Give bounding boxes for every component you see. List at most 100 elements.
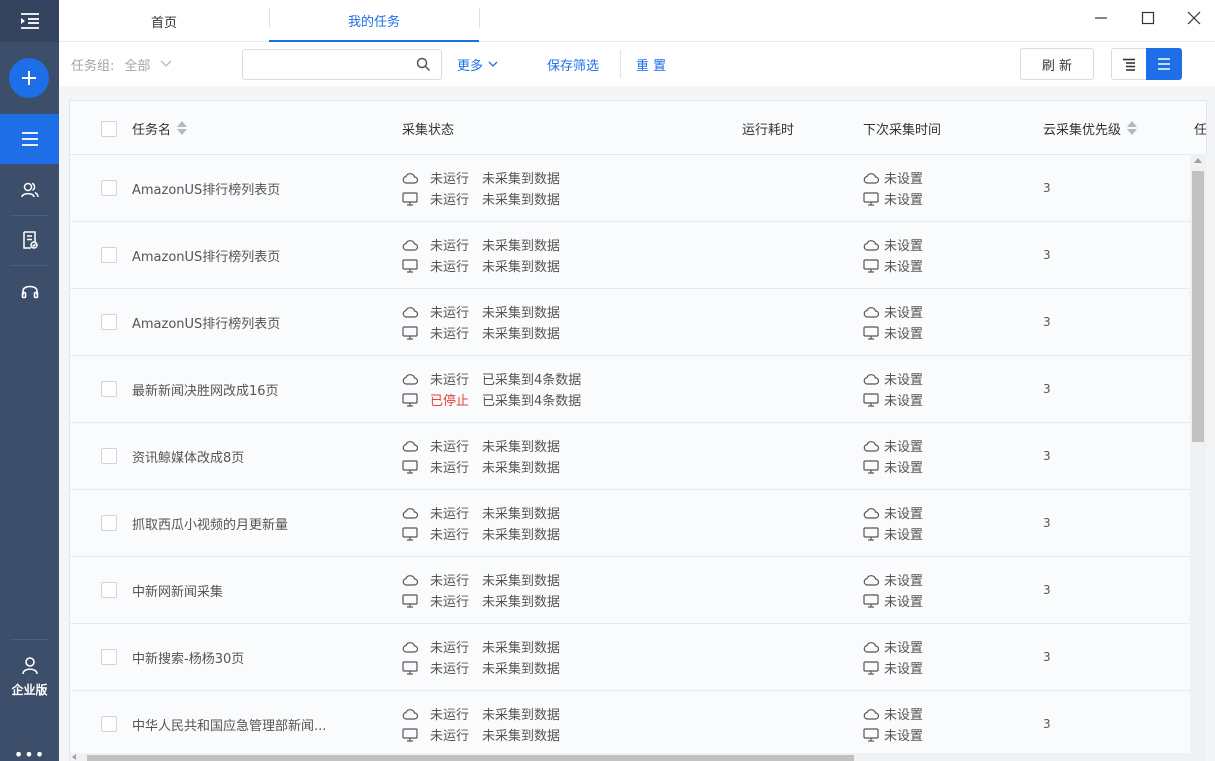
cloud-icon bbox=[402, 239, 418, 251]
next-local-run-value: 未设置 bbox=[884, 662, 924, 677]
collapse-menu-button[interactable] bbox=[0, 0, 59, 42]
scroll-left-arrow[interactable] bbox=[72, 754, 76, 760]
next-cloud-run-value: 未设置 bbox=[884, 440, 924, 455]
table-row[interactable]: AmazonUS排行榜列表页 未运行 未采集到数据 未运行 未采集到数据 未设置 未设置 3 bbox=[70, 155, 1190, 222]
task-name[interactable]: AmazonUS排行榜列表页 bbox=[132, 289, 280, 355]
task-table: 任务名 采集状态 运行耗时 下次采集时间 云采集优先级 任 AmazonUS排行… bbox=[69, 100, 1207, 761]
table-row[interactable]: 中新搜索-杨杨30页 未运行 未采集到数据 未运行 未采集到数据 未设置 未设置 3 bbox=[70, 624, 1190, 691]
document-check-icon bbox=[22, 231, 38, 249]
sort-icon[interactable] bbox=[177, 121, 188, 135]
column-header-priority[interactable]: 云采集优先级 bbox=[1043, 101, 1138, 155]
column-header-task-name[interactable]: 任务名 bbox=[132, 101, 188, 155]
table-row[interactable]: AmazonUS排行榜列表页 未运行 未采集到数据 未运行 未采集到数据 未设置 未设置 3 bbox=[70, 222, 1190, 289]
task-name[interactable]: 抓取西瓜小视频的月更新量 bbox=[132, 490, 288, 556]
more-options-button[interactable]: ••• bbox=[0, 745, 59, 761]
tab-home[interactable]: 首页 bbox=[59, 0, 269, 42]
cloud-icon bbox=[402, 373, 418, 385]
tree-view-button[interactable] bbox=[1111, 48, 1147, 80]
row-checkbox[interactable] bbox=[101, 314, 117, 330]
sidebar-item-team[interactable] bbox=[0, 165, 59, 215]
task-name[interactable]: 中新网新闻采集 bbox=[132, 557, 223, 623]
task-name[interactable]: AmazonUS排行榜列表页 bbox=[132, 155, 280, 221]
scroll-up-arrow[interactable] bbox=[1194, 158, 1202, 163]
plus-icon bbox=[22, 71, 36, 85]
search-icon[interactable] bbox=[416, 57, 431, 72]
task-name[interactable]: 资讯鲸媒体改成8页 bbox=[132, 423, 244, 489]
sidebar-item-tasks[interactable] bbox=[0, 114, 59, 164]
minimize-button[interactable] bbox=[1078, 0, 1124, 36]
reset-button[interactable]: 重 置 bbox=[636, 42, 666, 86]
more-filters-label: 更多 bbox=[457, 58, 484, 74]
task-name[interactable]: AmazonUS排行榜列表页 bbox=[132, 222, 280, 288]
chevron-down-icon bbox=[488, 61, 498, 67]
table-row[interactable]: 中新网新闻采集 未运行 未采集到数据 未运行 未采集到数据 未设置 未设置 3 bbox=[70, 557, 1190, 624]
refresh-button[interactable]: 刷 新 bbox=[1020, 48, 1094, 80]
save-filter-button[interactable]: 保存筛选 bbox=[547, 42, 599, 86]
monitor-icon bbox=[402, 258, 418, 273]
cloud-data-status: 未采集到数据 bbox=[482, 641, 561, 656]
local-run-status: 未运行 bbox=[430, 595, 470, 610]
tab-my-tasks[interactable]: 我的任务 bbox=[269, 0, 479, 42]
sidebar-item-templates[interactable] bbox=[0, 215, 59, 265]
table-row[interactable]: 中华人民共和国应急管理部新闻... 未运行 未采集到数据 未运行 未采集到数据 未设置 未设… bbox=[70, 691, 1190, 758]
cloud-status: 未运行 未采集到数据 bbox=[402, 569, 560, 590]
next-local-run: 未设置 bbox=[863, 255, 923, 276]
cloud-run-status: 未运行 bbox=[430, 507, 470, 522]
horizontal-scroll-thumb[interactable] bbox=[87, 755, 854, 761]
row-checkbox[interactable] bbox=[101, 247, 117, 263]
local-data-status: 未采集到数据 bbox=[482, 662, 561, 677]
cloud-icon bbox=[863, 172, 879, 184]
next-cloud-run: 未设置 bbox=[863, 502, 923, 523]
maximize-button[interactable] bbox=[1125, 0, 1171, 36]
row-checkbox[interactable] bbox=[101, 582, 117, 598]
local-status: 未运行 未采集到数据 bbox=[402, 590, 560, 611]
vertical-scroll-thumb[interactable] bbox=[1192, 171, 1204, 442]
menu-indent-icon bbox=[20, 13, 39, 29]
list-view-button[interactable] bbox=[1146, 48, 1182, 80]
local-data-status: 未采集到数据 bbox=[482, 260, 561, 275]
table-row[interactable]: 最新新闻决胜网改成16页 未运行 已采集到4条数据 已停止 已采集到4条数据 未设置 未设置… bbox=[70, 356, 1190, 423]
next-local-run: 未设置 bbox=[863, 456, 923, 477]
cloud-data-status: 已采集到4条数据 bbox=[482, 373, 582, 388]
table-row[interactable]: AmazonUS排行榜列表页 未运行 未采集到数据 未运行 未采集到数据 未设置 未设置 3 bbox=[70, 289, 1190, 356]
cloud-icon bbox=[402, 641, 418, 653]
sidebar-item-support[interactable] bbox=[0, 266, 59, 316]
monitor-icon bbox=[863, 660, 879, 675]
local-run-status: 未运行 bbox=[430, 461, 470, 476]
search-input[interactable] bbox=[243, 50, 403, 79]
close-button[interactable] bbox=[1171, 0, 1215, 36]
local-data-status: 未采集到数据 bbox=[482, 327, 561, 342]
enterprise-edition-button[interactable]: 企业版 bbox=[0, 640, 59, 715]
row-checkbox[interactable] bbox=[101, 180, 117, 196]
tab-divider bbox=[479, 8, 480, 28]
tree-view-icon bbox=[1123, 58, 1135, 71]
next-cloud-run: 未设置 bbox=[863, 435, 923, 456]
row-checkbox[interactable] bbox=[101, 381, 117, 397]
task-name[interactable]: 中新搜索-杨杨30页 bbox=[132, 624, 244, 690]
local-run-status: 未运行 bbox=[430, 662, 470, 677]
cloud-status: 未运行 未采集到数据 bbox=[402, 636, 560, 657]
table-row[interactable]: 资讯鲸媒体改成8页 未运行 未采集到数据 未运行 未采集到数据 未设置 未设置 3 bbox=[70, 423, 1190, 490]
task-name[interactable]: 中华人民共和国应急管理部新闻... bbox=[132, 691, 326, 757]
row-checkbox[interactable] bbox=[101, 515, 117, 531]
more-filters-button[interactable]: 更多 bbox=[457, 42, 498, 86]
next-local-run: 未设置 bbox=[863, 389, 923, 410]
row-checkbox[interactable] bbox=[101, 716, 117, 732]
sort-icon[interactable] bbox=[1127, 121, 1138, 135]
cloud-status: 未运行 未采集到数据 bbox=[402, 234, 560, 255]
next-cloud-run-value: 未设置 bbox=[884, 373, 924, 388]
local-data-status: 未采集到数据 bbox=[482, 595, 561, 610]
new-task-button[interactable] bbox=[9, 58, 49, 98]
cloud-priority: 3 bbox=[1043, 382, 1051, 396]
cloud-run-status: 未运行 bbox=[430, 574, 470, 589]
row-checkbox[interactable] bbox=[101, 448, 117, 464]
cloud-run-status: 未运行 bbox=[430, 641, 470, 656]
cloud-priority: 3 bbox=[1043, 248, 1051, 262]
row-checkbox[interactable] bbox=[101, 649, 117, 665]
task-group-selector[interactable]: 任务组: 全部 bbox=[71, 42, 172, 86]
users-icon bbox=[20, 182, 39, 198]
cloud-run-status: 未运行 bbox=[430, 239, 470, 254]
table-row[interactable]: 抓取西瓜小视频的月更新量 未运行 未采集到数据 未运行 未采集到数据 未设置 未设置 3 bbox=[70, 490, 1190, 557]
task-name[interactable]: 最新新闻决胜网改成16页 bbox=[132, 356, 279, 422]
select-all-checkbox[interactable] bbox=[101, 121, 117, 137]
